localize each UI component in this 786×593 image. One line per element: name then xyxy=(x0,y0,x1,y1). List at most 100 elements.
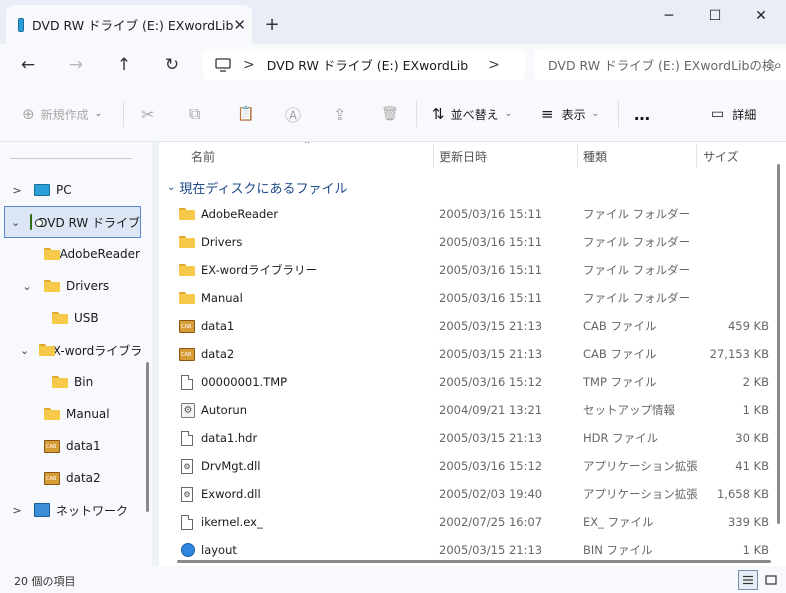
vertical-scrollbar[interactable] xyxy=(776,150,782,558)
cut-button[interactable]: ✂ xyxy=(141,100,154,128)
file-name-cell[interactable]: ⚙ Exword.dll xyxy=(179,486,261,502)
column-header-date[interactable]: 更新日時 xyxy=(439,148,487,165)
column-divider[interactable] xyxy=(696,144,697,168)
file-name-cell[interactable]: layout xyxy=(179,543,237,557)
bin-file-icon xyxy=(181,543,195,557)
chevron-right-icon[interactable]: > xyxy=(10,184,24,197)
chevron-down-icon[interactable]: ⌄ xyxy=(20,280,34,293)
sidebar-item-adobereader[interactable]: AdobeReader xyxy=(0,238,140,270)
sidebar-item-label: data1 xyxy=(66,439,101,453)
chevron-right-icon[interactable]: > xyxy=(10,504,24,517)
file-name-cell[interactable]: 00000001.TMP xyxy=(179,374,287,390)
breadcrumb-more[interactable]: > xyxy=(488,57,500,73)
table-row[interactable]: Manual 2005/03/16 15:11 ファイル フォルダー xyxy=(159,284,769,312)
new-tab-button[interactable]: + xyxy=(258,10,286,38)
sidebar-item-manual[interactable]: Manual xyxy=(0,398,140,430)
table-row[interactable]: Drivers 2005/03/16 15:11 ファイル フォルダー xyxy=(159,228,769,256)
table-row[interactable]: EX-wordライブラリー 2005/03/16 15:11 ファイル フォルダー xyxy=(159,256,769,284)
horizontal-scrollbar[interactable] xyxy=(177,560,771,563)
view-button[interactable]: ≡ 表示 ⌄ xyxy=(541,100,599,128)
cab-archive-icon xyxy=(44,471,60,485)
nav-scrollbar[interactable] xyxy=(146,362,149,512)
new-label: 新規作成 xyxy=(40,107,89,122)
close-window-button[interactable]: ✕ xyxy=(738,0,784,32)
file-name: data1.hdr xyxy=(201,431,258,445)
details-label: 詳細 xyxy=(732,107,757,122)
search-box[interactable]: DVD RW ドライブ (E:) EXwordLibの検索 ⌕ xyxy=(534,49,786,80)
scrollbar-thumb[interactable] xyxy=(777,164,780,524)
table-row[interactable]: data1 2005/03/15 21:13 CAB ファイル 459 KB xyxy=(159,312,769,340)
sidebar-item-data1[interactable]: data1 xyxy=(0,430,140,462)
sidebar-item-data2[interactable]: data2 xyxy=(0,462,140,494)
maximize-button[interactable]: ☐ xyxy=(692,0,738,32)
sort-button[interactable]: ⇅ 並べ替え ⌄ xyxy=(432,100,512,128)
file-type: BIN ファイル xyxy=(583,543,653,557)
table-row[interactable]: ⚙ Exword.dll 2005/02/03 19:40 アプリケーション拡張 1,6… xyxy=(159,480,769,508)
chevron-down-icon[interactable]: ⌄ xyxy=(20,344,29,357)
refresh-button[interactable]: ↻ xyxy=(157,50,187,80)
address-bar[interactable]: > DVD RW ドライブ (E:) EXwordLib > xyxy=(203,49,525,80)
table-row[interactable]: data2 2005/03/15 21:13 CAB ファイル 27,153 KB xyxy=(159,340,769,368)
details-pane-button[interactable]: ▭ 詳細 xyxy=(711,100,756,128)
breadcrumb-separator[interactable]: > xyxy=(243,57,255,73)
table-row[interactable]: 00000001.TMP 2005/03/16 15:12 TMP ファイル 2 KB xyxy=(159,368,769,396)
file-name-cell[interactable]: ⚙ DrvMgt.dll xyxy=(179,458,260,474)
forward-button[interactable]: → xyxy=(61,50,91,80)
column-header-size[interactable]: サイズ xyxy=(703,148,739,165)
large-icons-view-button[interactable] xyxy=(761,570,781,590)
column-divider[interactable] xyxy=(577,144,578,168)
file-name-cell[interactable]: EX-wordライブラリー xyxy=(179,262,317,278)
sidebar-item-bin[interactable]: Bin xyxy=(0,366,140,398)
clipboard-icon: 📋 xyxy=(237,106,255,122)
file-name-cell[interactable]: AdobeReader xyxy=(179,207,278,221)
file-name-cell[interactable]: data1 xyxy=(179,319,234,333)
file-name-cell[interactable]: data2 xyxy=(179,347,234,361)
rename-button[interactable]: Ⓐ xyxy=(285,100,301,128)
file-type: CAB ファイル xyxy=(583,319,657,333)
table-row[interactable]: data1.hdr 2005/03/15 21:13 HDR ファイル 30 KB xyxy=(159,424,769,452)
sidebar-item-network[interactable]: > ネットワーク xyxy=(0,494,140,526)
file-type: TMP ファイル xyxy=(583,375,657,389)
chevron-down-icon[interactable]: ⌄ xyxy=(167,182,175,193)
back-button[interactable]: ← xyxy=(13,50,43,80)
file-date: 2005/03/15 21:13 xyxy=(439,347,543,361)
sidebar-item-usb[interactable]: USB xyxy=(0,302,140,334)
more-options-button[interactable]: … xyxy=(634,100,650,128)
table-row[interactable]: ikernel.ex_ 2002/07/25 16:07 EX_ ファイル 339 K… xyxy=(159,508,769,536)
delete-button[interactable]: 🗑 xyxy=(381,100,399,128)
file-name-cell[interactable]: ⚙ Autorun xyxy=(179,402,247,418)
breadcrumb-current[interactable]: DVD RW ドライブ (E:) EXwordLib xyxy=(267,55,468,74)
command-bar: ⊕ 新規作成 ⌄ ✂ ⧉ 📋 Ⓐ ⇪ 🗑 ⇅ 並べ替え ⌄ ≡ 表示 ⌄ … ▭… xyxy=(0,86,786,142)
tab-active[interactable]: DVD RW ドライブ (E:) EXwordLib ✕ xyxy=(6,5,252,44)
sidebar-item-exword-library[interactable]: ⌄ EX-wordライブラ xyxy=(0,334,142,366)
column-divider[interactable] xyxy=(433,144,434,168)
details-view-button[interactable] xyxy=(738,570,758,590)
file-type: CAB ファイル xyxy=(583,347,657,361)
table-row[interactable]: AdobeReader 2005/03/16 15:11 ファイル フォルダー xyxy=(159,200,769,228)
paste-button[interactable]: 📋 xyxy=(237,100,254,128)
up-button[interactable]: ↑ xyxy=(109,50,139,80)
sidebar-item-drivers[interactable]: ⌄ Drivers xyxy=(0,270,140,302)
new-button[interactable]: ⊕ 新規作成 ⌄ xyxy=(22,100,102,128)
share-button[interactable]: ⇪ xyxy=(333,100,346,128)
tab-close-button[interactable]: ✕ xyxy=(233,11,246,39)
column-header-name[interactable]: 名前 xyxy=(191,148,215,165)
copy-button[interactable]: ⧉ xyxy=(189,100,200,128)
sidebar-item-dvd-drive[interactable]: ⌄ DVD RW ドライブ xyxy=(4,206,141,238)
file-name-cell[interactable]: Drivers xyxy=(179,235,242,249)
table-row[interactable]: ⚙ DrvMgt.dll 2005/03/16 15:12 アプリケーション拡張 41 … xyxy=(159,452,769,480)
file-date: 2005/03/15 21:13 xyxy=(439,543,543,557)
column-header-type[interactable]: 種類 xyxy=(583,148,607,165)
chevron-down-icon[interactable]: ⌄ xyxy=(11,216,20,229)
file-name-cell[interactable]: data1.hdr xyxy=(179,430,258,446)
sidebar-item-pc[interactable]: > PC xyxy=(0,174,140,206)
file-name-cell[interactable]: ikernel.ex_ xyxy=(179,514,263,530)
file-name: Manual xyxy=(201,291,243,305)
file-name-cell[interactable]: Manual xyxy=(179,291,243,305)
minimize-button[interactable]: ─ xyxy=(646,0,692,32)
search-input[interactable]: DVD RW ドライブ (E:) EXwordLibの検索 xyxy=(548,55,774,74)
file-size: 1 KB xyxy=(742,543,769,557)
search-icon[interactable]: ⌕ xyxy=(774,56,782,74)
group-header[interactable]: ⌄ 現在ディスクにあるファイル xyxy=(167,178,347,197)
table-row[interactable]: ⚙ Autorun 2004/09/21 13:21 セットアップ情報 1 KB xyxy=(159,396,769,424)
